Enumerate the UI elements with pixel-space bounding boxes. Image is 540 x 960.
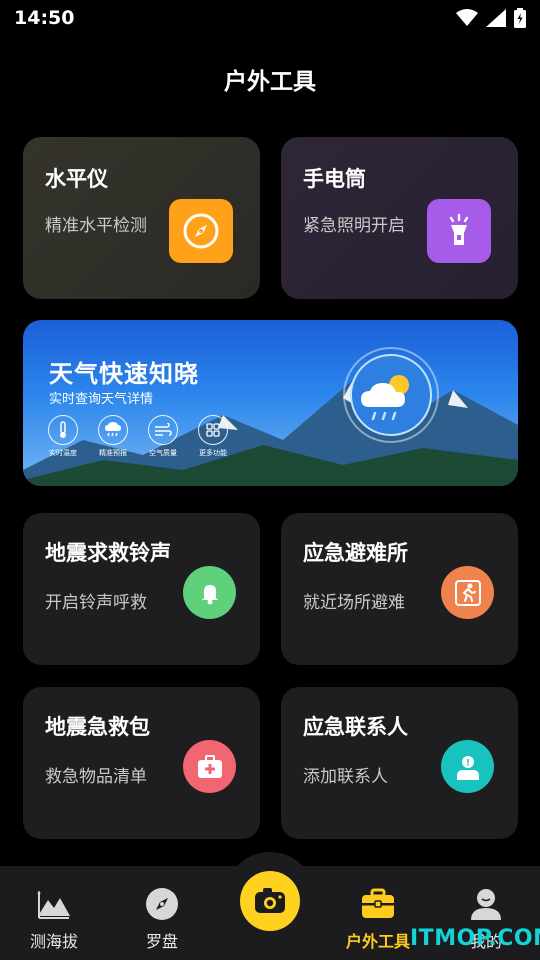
card-subtitle: 就近场所避难	[303, 593, 405, 613]
feature-label: 空气质量	[149, 449, 177, 457]
status-time: 14:50	[14, 7, 75, 29]
card-subtitle: 开启铃声呼救	[45, 593, 147, 613]
mountain-icon	[37, 890, 70, 919]
wind-icon	[155, 423, 172, 436]
shelter-card[interactable]: 应急避难所 就近场所避难	[281, 513, 518, 665]
feature-temperature: 实时温度	[41, 415, 85, 458]
compass-needle-icon	[146, 888, 178, 920]
battery-icon	[514, 8, 526, 28]
feature-label: 精准预报	[99, 449, 127, 457]
svg-text:!: !	[465, 758, 469, 768]
contact-icon: !	[441, 740, 494, 793]
nav-item-outdoor-tools[interactable]: 户外工具	[338, 886, 418, 952]
signal-icon	[486, 9, 506, 27]
cloud-rain-icon	[105, 422, 121, 437]
card-title: 水平仪	[45, 167, 108, 191]
feature-forecast: 精准预报	[91, 415, 135, 458]
status-icons	[456, 8, 526, 28]
card-title: 地震急救包	[45, 715, 150, 739]
weather-orb-icon	[343, 347, 439, 443]
feature-more: 更多功能	[191, 415, 235, 458]
nav-item-altitude[interactable]: 测海拔	[14, 886, 94, 952]
card-subtitle: 救急物品清单	[45, 767, 147, 787]
wifi-icon	[456, 9, 478, 26]
nav-item-compass[interactable]: 罗盘	[122, 886, 202, 952]
feature-label: 实时温度	[49, 449, 77, 457]
feature-label: 更多功能	[199, 449, 227, 457]
first-aid-kit-icon	[183, 740, 236, 793]
card-title: 应急联系人	[303, 715, 408, 739]
card-subtitle: 添加联系人	[303, 767, 388, 787]
toolbox-icon	[362, 888, 394, 918]
card-title: 地震求救铃声	[45, 541, 171, 565]
camera-icon	[255, 888, 285, 913]
compass-icon	[169, 199, 233, 263]
level-tool-card[interactable]: 水平仪 精准水平检测	[23, 137, 260, 299]
grid-icon	[206, 423, 220, 437]
watermark: ITMOP.COM	[410, 926, 540, 951]
nav-label: 罗盘	[145, 932, 178, 951]
banner-subtitle: 实时查询天气详情	[49, 392, 154, 407]
flashlight-icon	[427, 199, 491, 263]
camera-button[interactable]	[240, 871, 300, 931]
status-bar: 14:50	[0, 0, 540, 36]
card-title: 手电筒	[303, 167, 366, 191]
card-title: 应急避难所	[303, 541, 408, 565]
flashlight-tool-card[interactable]: 手电筒 紧急照明开启	[281, 137, 518, 299]
banner-title: 天气快速知晓	[49, 360, 199, 388]
weather-banner[interactable]: 天气快速知晓 实时查询天气详情 实时温度 精准预报 空气质量 更多功能	[23, 320, 518, 486]
thermometer-icon	[60, 421, 66, 438]
user-icon	[471, 889, 501, 920]
earthquake-alarm-card[interactable]: 地震求救铃声 开启铃声呼救	[23, 513, 260, 665]
emergency-contact-card[interactable]: 应急联系人 添加联系人 !	[281, 687, 518, 839]
nav-label: 户外工具	[345, 932, 410, 951]
feature-air-quality: 空气质量	[141, 415, 185, 458]
card-subtitle: 精准水平检测	[45, 216, 147, 236]
running-person-icon	[441, 566, 494, 619]
card-subtitle: 紧急照明开启	[303, 216, 405, 236]
page-title: 户外工具	[224, 69, 316, 95]
nav-label: 测海拔	[29, 932, 78, 951]
bell-icon	[183, 566, 236, 619]
first-aid-kit-card[interactable]: 地震急救包 救急物品清单	[23, 687, 260, 839]
